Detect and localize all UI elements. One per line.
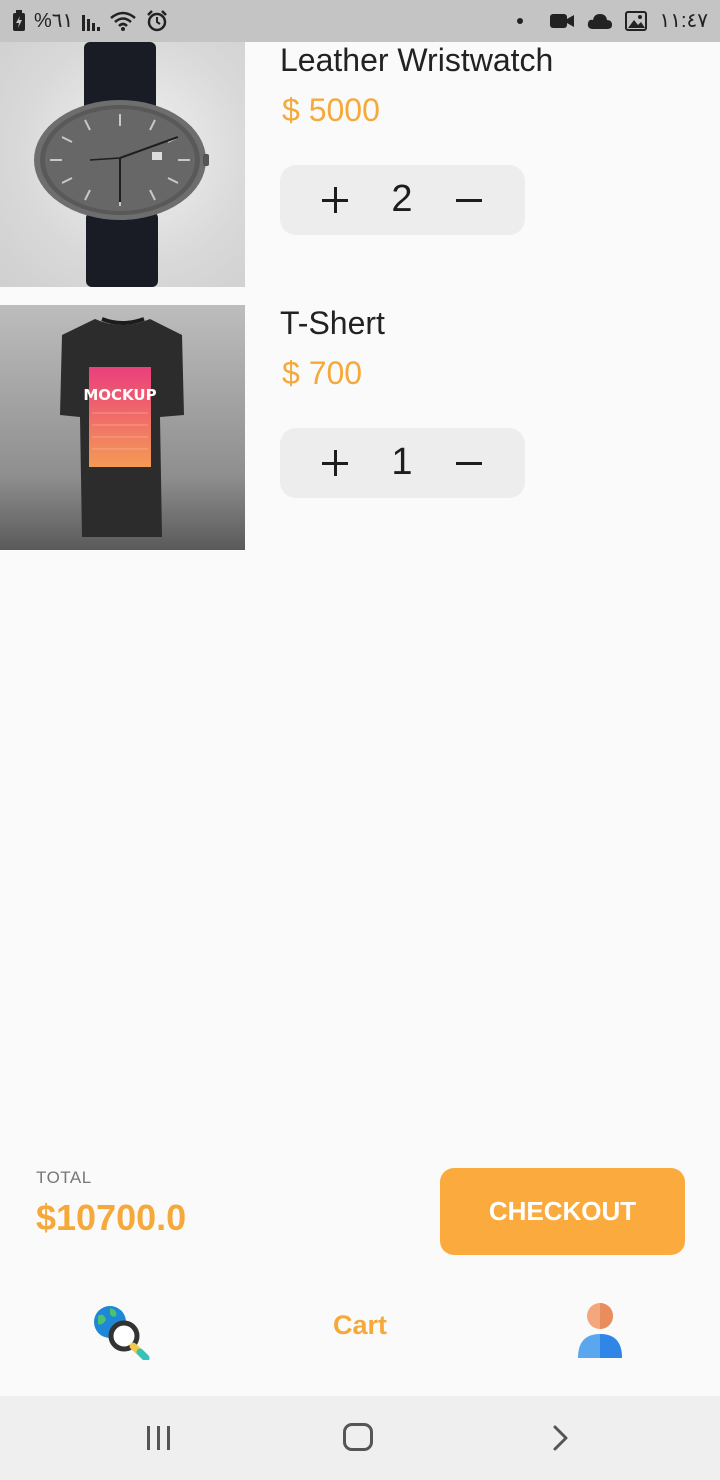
cloud-icon <box>588 13 613 29</box>
status-bar: %٦١ ١١:٤٧ <box>0 0 720 42</box>
cart-item: Leather Wristwatch $ 5000 2 <box>0 42 720 288</box>
home-icon[interactable] <box>343 1423 373 1451</box>
decrease-quantity-button[interactable] <box>452 442 486 482</box>
video-icon <box>550 13 575 28</box>
alarm-icon <box>147 9 168 31</box>
nav-cart-tab[interactable]: Cart <box>300 1310 420 1341</box>
signal-icon <box>82 14 101 31</box>
tshirt-image: MOCKUP <box>0 305 245 550</box>
item-name: Leather Wristwatch <box>280 42 554 78</box>
bottom-navigation: Cart <box>0 1290 720 1370</box>
image-icon <box>625 10 648 31</box>
quantity-stepper: 2 <box>280 165 525 235</box>
user-icon <box>578 1303 622 1358</box>
cart-item: MOCKUP T-Shert $ 700 1 <box>0 305 720 551</box>
globe-search-icon <box>94 1306 150 1362</box>
battery-percent: %٦١ <box>34 10 74 32</box>
quantity-value: 1 <box>391 441 413 483</box>
quantity-value: 2 <box>391 178 413 220</box>
item-price: $ 5000 <box>282 92 380 128</box>
item-name: T-Shert <box>280 305 385 341</box>
total-value: $10700.0 <box>36 1197 187 1238</box>
tshirt-print-text: MOCKUP <box>83 386 156 404</box>
battery-charging-icon <box>13 9 25 31</box>
system-navigation-bar <box>0 1396 720 1480</box>
increase-quantity-button[interactable] <box>318 442 352 482</box>
decrease-quantity-button[interactable] <box>452 179 486 219</box>
watch-image <box>0 42 245 287</box>
recent-apps-icon[interactable] <box>145 1424 175 1452</box>
quantity-stepper: 1 <box>280 428 525 498</box>
notification-dot-icon <box>517 17 524 24</box>
increase-quantity-button[interactable] <box>318 179 352 219</box>
wifi-icon <box>110 11 137 31</box>
checkout-button[interactable]: CHECKOUT <box>440 1168 685 1255</box>
nav-profile-button[interactable] <box>575 1300 625 1360</box>
total-label: TOTAL <box>36 1168 92 1187</box>
back-icon[interactable] <box>549 1424 573 1452</box>
nav-search-button[interactable] <box>90 1302 150 1362</box>
clock: ١١:٤٧ <box>659 10 708 32</box>
item-price: $ 700 <box>282 355 363 391</box>
